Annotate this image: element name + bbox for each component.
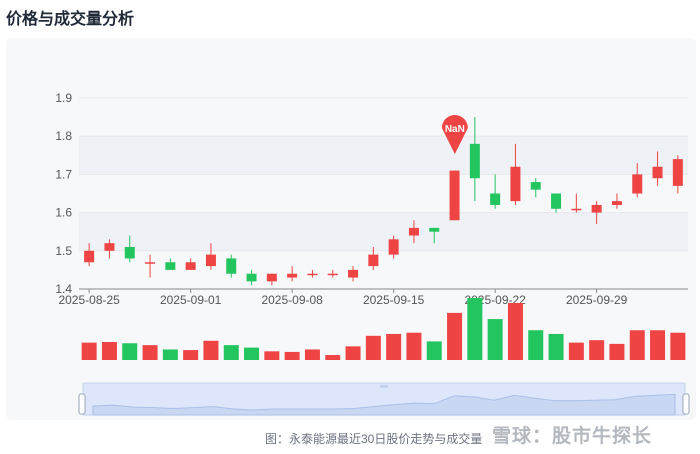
volume-bar[interactable] [365, 335, 381, 360]
candle-body[interactable] [165, 262, 176, 270]
candle-body[interactable] [611, 201, 622, 205]
candle-body[interactable] [449, 170, 460, 221]
y-tick-label: 1.6 [55, 206, 72, 220]
candle-body[interactable] [490, 193, 501, 205]
volume-bar[interactable] [183, 350, 199, 360]
volume-bar[interactable] [264, 351, 280, 360]
candle-body[interactable] [368, 254, 379, 267]
volume-bar[interactable] [589, 340, 605, 360]
candle-body[interactable] [652, 166, 663, 179]
volume-bar[interactable] [528, 330, 544, 360]
candle-body[interactable] [205, 254, 216, 267]
candle-body[interactable] [510, 166, 521, 202]
volume-bar[interactable] [101, 342, 117, 360]
candle-body[interactable] [266, 273, 277, 282]
volume-bar[interactable] [122, 343, 138, 360]
volume-bar[interactable] [629, 330, 645, 360]
candle-body[interactable] [469, 143, 480, 179]
y-tick-label: 1.8 [55, 129, 72, 143]
x-tick-label: 2025-08-25 [58, 293, 120, 307]
x-tick-label: 2025-09-15 [363, 293, 425, 307]
volume-bar[interactable] [487, 319, 503, 360]
volume-bar[interactable] [406, 332, 422, 360]
kline-chart: 1.41.51.61.71.81.92025-08-25 2025-09-01 20… [55, 91, 690, 416]
candle-body[interactable] [632, 174, 643, 194]
volume-bar[interactable] [162, 349, 178, 360]
candle-body[interactable] [672, 159, 683, 186]
volume-bar[interactable] [386, 333, 402, 360]
candle-body[interactable] [327, 273, 338, 276]
y-tick-label: 1.7 [55, 167, 72, 181]
grid-band [79, 136, 688, 175]
y-tick-label: 1.5 [55, 244, 72, 258]
volume-bar[interactable] [467, 298, 483, 360]
max-marker-label: NaN [445, 124, 465, 135]
candle-body[interactable] [348, 269, 359, 278]
candle-body[interactable] [185, 262, 196, 270]
candle-body[interactable] [246, 273, 257, 282]
volume-bar[interactable] [325, 355, 341, 360]
x-tick-label: 2025-09-29 [566, 293, 628, 307]
volume-bar[interactable] [609, 343, 625, 360]
candle-body[interactable] [287, 273, 298, 278]
candle-body[interactable] [408, 227, 419, 236]
candle-body[interactable] [145, 262, 156, 264]
x-tick-label: 2025-09-08 [261, 293, 323, 307]
volume-bar[interactable] [568, 342, 584, 360]
volume-bar[interactable] [244, 347, 260, 360]
volume-bar[interactable] [81, 342, 97, 360]
candle-body[interactable] [124, 246, 135, 259]
candle-body[interactable] [530, 182, 541, 190]
zoom-right-handle[interactable] [682, 393, 690, 415]
volume-bar[interactable] [304, 349, 320, 360]
candle-body[interactable] [388, 239, 399, 255]
volume-bar[interactable] [650, 330, 666, 360]
zoom-left-handle[interactable] [78, 393, 86, 415]
volume-bar[interactable] [223, 345, 239, 360]
volume-bar[interactable] [345, 346, 361, 360]
volume-bar[interactable] [284, 351, 300, 360]
volume-bar[interactable] [426, 341, 442, 360]
candle-body[interactable] [429, 227, 440, 232]
volume-bar[interactable] [548, 333, 564, 360]
volume-bar[interactable] [670, 332, 686, 360]
volume-bar[interactable] [447, 312, 463, 360]
volume-bar[interactable] [507, 302, 523, 360]
zoom-drag-grip[interactable] [380, 385, 388, 388]
x-tick-label: 2025-09-01 [160, 293, 222, 307]
volume-bar[interactable] [203, 340, 219, 360]
candle-body[interactable] [84, 250, 95, 263]
candle-body[interactable] [551, 193, 562, 209]
volume-bar[interactable] [142, 345, 158, 360]
y-tick-label: 1.9 [55, 91, 72, 105]
watermark: 雪球：股市牛探长 [492, 426, 653, 447]
figure-caption: 图：永泰能源最近30日股价走势与成交量 [265, 432, 483, 446]
candle-body[interactable] [226, 258, 237, 274]
candle-body[interactable] [307, 273, 318, 276]
candle-body[interactable] [571, 208, 582, 211]
candle-body[interactable] [591, 204, 602, 213]
candle-body[interactable] [104, 243, 115, 251]
